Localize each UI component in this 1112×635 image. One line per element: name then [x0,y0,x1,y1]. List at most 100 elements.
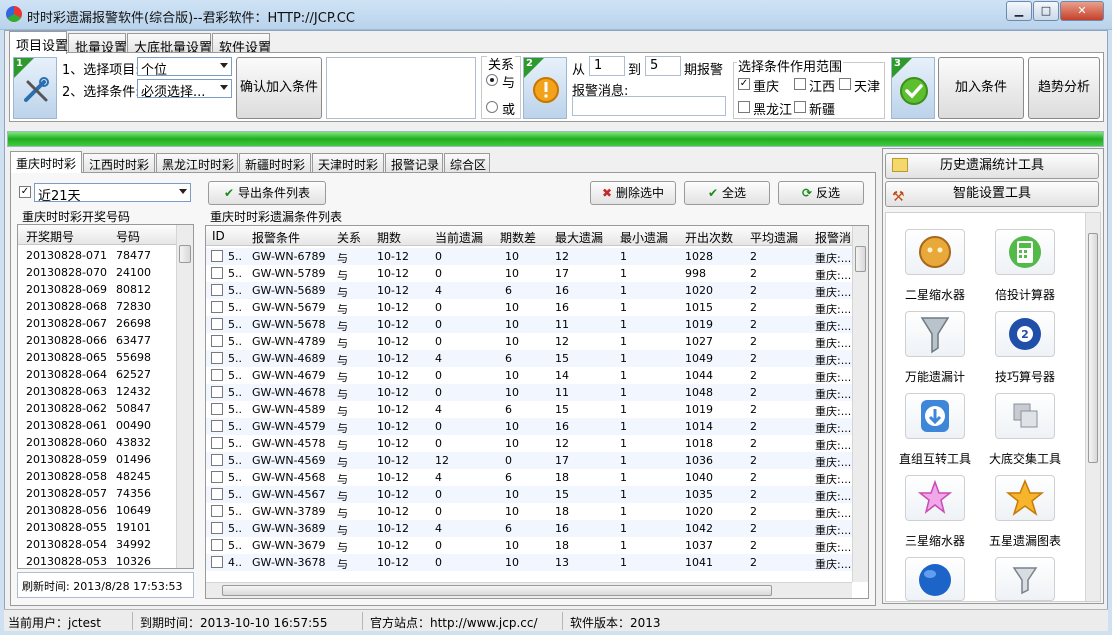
draw-row[interactable]: 20130828-057 74356 [18,485,176,502]
condition-row[interactable]: 5.. GW-WN-6789 与 10-12 0 10 12 1 1028 2 重庆:... [206,248,852,265]
tab-xinjiang[interactable]: 新疆时时彩 [239,153,311,174]
tool-globe[interactable] [905,557,965,601]
draw-list-scroll-thumb[interactable] [179,245,191,263]
draw-row[interactable]: 20130828-066 63477 [18,332,176,349]
row-checkbox[interactable] [211,471,223,483]
scope-chongqing-checkbox[interactable]: ✓ [738,78,750,90]
draw-row[interactable]: 20130828-067 26698 [18,315,176,332]
draw-row[interactable]: 20130828-053 10326 [18,553,176,568]
condition-hscroll-thumb[interactable] [222,585,772,596]
row-checkbox[interactable] [211,369,223,381]
tool-two-star-reducer[interactable] [905,229,965,275]
tab-batch-settings[interactable]: 批量设置 [68,33,127,56]
range-checkbox[interactable]: ✓ [19,186,31,198]
relation-and-radio[interactable] [486,74,498,86]
condition-row[interactable]: 5.. GW-WN-4579 与 10-12 0 10 16 1 1014 2 重庆:... [206,418,852,435]
tab-base-batch-settings[interactable]: 大底批量设置 [127,33,212,56]
export-conditions-button[interactable]: ✔ 导出条件列表 [208,181,326,205]
tool-base-intersection[interactable] [995,393,1055,439]
row-checkbox[interactable] [211,250,223,262]
draw-row[interactable]: 20130828-058 48245 [18,468,176,485]
condition-row[interactable]: 5.. GW-WN-4568 与 10-12 4 6 18 1 1040 2 重庆:... [206,469,852,486]
item-select[interactable]: 个位 [137,57,232,78]
row-checkbox[interactable] [211,318,223,330]
condition-table-vscroll[interactable] [852,226,868,582]
scope-xinjiang-checkbox[interactable] [794,101,806,113]
condition-text-area[interactable] [326,57,476,119]
condition-select[interactable]: 必须选择... [137,79,232,100]
alarm-message-input[interactable] [572,96,726,116]
close-button[interactable]: ✕ [1060,1,1104,21]
condition-row[interactable]: 4.. GW-WN-3678 与 10-12 0 10 13 1 1041 2 重庆:... [206,554,852,571]
select-all-button[interactable]: ✔ 全选 [684,181,770,205]
condition-row[interactable]: 5.. GW-WN-5678 与 10-12 0 10 11 1 1019 2 重庆:... [206,316,852,333]
draw-row[interactable]: 20130828-062 50847 [18,400,176,417]
draw-row[interactable]: 20130828-065 55698 [18,349,176,366]
tab-tianjin[interactable]: 天津时时彩 [312,153,384,174]
condition-row[interactable]: 5.. GW-WN-4589 与 10-12 4 6 15 1 1019 2 重庆:... [206,401,852,418]
tool-grid-scroll-thumb[interactable] [1088,233,1098,463]
draw-row[interactable]: 20130828-055 19101 [18,519,176,536]
draw-list-scrollbar[interactable] [176,225,193,568]
condition-row[interactable]: 5.. GW-WN-4678 与 10-12 0 10 11 1 1048 2 重庆:... [206,384,852,401]
row-checkbox[interactable] [211,267,223,279]
tool-direct-group-convert[interactable] [905,393,965,439]
row-checkbox[interactable] [211,301,223,313]
row-checkbox[interactable] [211,437,223,449]
minimize-button[interactable]: ▁ [1006,1,1032,21]
row-checkbox[interactable] [211,386,223,398]
tool-five-star-chart[interactable] [995,475,1055,521]
condition-row[interactable]: 5.. GW-WN-5689 与 10-12 4 6 16 1 1020 2 重庆:... [206,282,852,299]
scope-heilongjiang-checkbox[interactable] [738,101,750,113]
to-input[interactable]: 5 [645,56,681,76]
condition-row[interactable]: 5.. GW-WN-4567 与 10-12 0 10 15 1 1035 2 重庆:... [206,486,852,503]
row-checkbox[interactable] [211,539,223,551]
tab-software-settings[interactable]: 软件设置 [212,33,271,56]
confirm-add-condition-button[interactable]: 确认加入条件 [236,57,322,119]
condition-table-hscroll[interactable] [206,582,852,598]
condition-row[interactable]: 5.. GW-WN-5679 与 10-12 0 10 16 1 1015 2 重庆:... [206,299,852,316]
draw-row[interactable]: 20130828-068 72830 [18,298,176,315]
row-checkbox[interactable] [211,403,223,415]
condition-row[interactable]: 5.. GW-WN-3689 与 10-12 4 6 16 1 1042 2 重庆:... [206,520,852,537]
tab-chongqing[interactable]: 重庆时时彩 [10,151,82,173]
row-checkbox[interactable] [211,420,223,432]
draw-row[interactable]: 20130828-070 24100 [18,264,176,281]
history-statistics-button[interactable]: 历史遗漏统计工具 [885,153,1099,179]
row-checkbox[interactable] [211,522,223,534]
smart-settings-button[interactable]: ⚒ 智能设置工具 [885,181,1099,207]
tool-filter[interactable] [995,557,1055,601]
tab-project-settings[interactable]: 项目设置 [9,31,68,54]
maximize-button[interactable]: □ [1033,1,1059,21]
condition-row[interactable]: 5.. GW-WN-4569 与 10-12 12 0 17 1 1036 2 重庆:... [206,452,852,469]
add-condition-button[interactable]: 加入条件 [938,57,1024,119]
from-input[interactable]: 1 [589,56,625,76]
condition-row[interactable]: 5.. GW-WN-3679 与 10-12 0 10 18 1 1037 2 重庆:... [206,537,852,554]
row-checkbox[interactable] [211,352,223,364]
condition-row[interactable]: 5.. GW-WN-5789 与 10-12 0 10 17 1 998 2 重庆:... [206,265,852,282]
condition-row[interactable]: 5.. GW-WN-4578 与 10-12 0 10 12 1 1018 2 重庆:... [206,435,852,452]
condition-row[interactable]: 5.. GW-WN-4789 与 10-12 0 10 12 1 1027 2 重庆:... [206,333,852,350]
range-select[interactable]: 近21天 [34,183,191,204]
scope-jiangxi-checkbox[interactable] [794,78,806,90]
draw-row[interactable]: 20130828-060 43832 [18,434,176,451]
invert-selection-button[interactable]: ⟳ 反选 [778,181,864,205]
draw-row[interactable]: 20130828-061 00490 [18,417,176,434]
draw-row[interactable]: 20130828-064 62527 [18,366,176,383]
tool-multiplier-calculator[interactable] [995,229,1055,275]
row-checkbox[interactable] [211,488,223,500]
row-checkbox[interactable] [211,556,223,568]
condition-row[interactable]: 5.. GW-WN-4679 与 10-12 0 10 14 1 1044 2 重庆:... [206,367,852,384]
draw-row[interactable]: 20130828-059 01496 [18,451,176,468]
row-checkbox[interactable] [211,284,223,296]
row-checkbox[interactable] [211,335,223,347]
draw-row[interactable]: 20130828-069 80812 [18,281,176,298]
relation-or-radio[interactable] [486,101,498,113]
tool-universal-miss[interactable] [905,311,965,357]
tab-heilongjiang[interactable]: 黑龙江时时彩 [156,153,238,174]
scope-tianjin-checkbox[interactable] [839,78,851,90]
trend-analysis-button[interactable]: 趋势分析 [1028,57,1100,119]
draw-row[interactable]: 20130828-071 78477 [18,247,176,264]
draw-row[interactable]: 20130828-056 10649 [18,502,176,519]
tab-overview[interactable]: 综合区 [444,153,490,174]
